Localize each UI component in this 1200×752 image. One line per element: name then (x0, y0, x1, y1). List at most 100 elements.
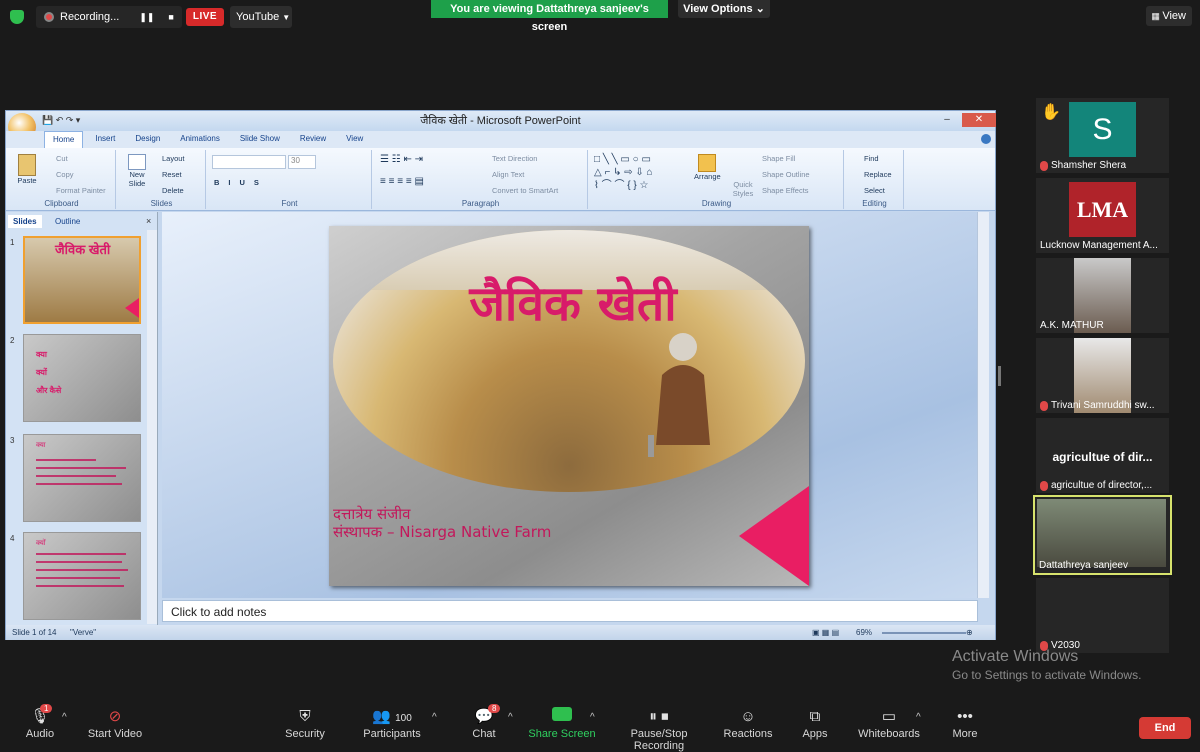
view-buttons[interactable]: ▣ ▦ ▤ (812, 625, 839, 640)
tab-design[interactable]: Design (127, 131, 168, 148)
convert-smartart-button[interactable]: Convert to SmartArt (492, 186, 558, 195)
font-size-field[interactable]: 30 (288, 155, 316, 169)
tab-insert[interactable]: Insert (87, 131, 123, 148)
minimize-button[interactable]: – (936, 113, 958, 127)
participant-tile[interactable]: A.K. MATHUR (1036, 258, 1169, 333)
shape-effects-button[interactable]: Shape Effects (762, 186, 809, 195)
zoom-level[interactable]: 69% (856, 625, 872, 640)
reset-button[interactable]: Reset (162, 170, 182, 179)
chat-chevron[interactable]: ^ (508, 712, 513, 723)
whiteboard-chevron[interactable]: ^ (916, 712, 921, 723)
youtube-dropdown[interactable]: YouTube ▼ (230, 6, 292, 28)
shape-fill-button[interactable]: Shape Fill (762, 154, 795, 163)
participant-tile[interactable]: Trivani Samruddhi sw... (1036, 338, 1169, 413)
tab-outline-panel[interactable]: Outline (50, 215, 85, 228)
view-button[interactable]: ▦ View (1146, 6, 1192, 26)
replace-button[interactable]: Replace (864, 170, 892, 179)
recording-indicator[interactable]: Recording... ❚❚ ■ (36, 6, 182, 28)
find-button[interactable]: Find (864, 154, 879, 163)
participant-tile[interactable]: LMA Lucknow Management A... (1036, 178, 1169, 253)
format-painter-button[interactable]: Format Painter (56, 186, 106, 195)
apps-button[interactable]: ⧉ Apps (775, 706, 855, 740)
thumb-text-line (36, 553, 126, 555)
active-speaker-tile[interactable]: Dattathreya sanjeev (1033, 495, 1172, 575)
apps-label: Apps (802, 728, 828, 740)
current-slide[interactable]: जैविक खेती दत्तात्रेय संजीव संस्थापक – N… (329, 226, 809, 586)
cut-button[interactable]: Cut (56, 154, 68, 163)
powerpoint-window[interactable]: जैविक खेती - Microsoft PowerPoint 💾 ↶ ↷ … (5, 110, 996, 640)
farm-name: Nisarga Native Farm (399, 523, 552, 541)
thumb-number: 2 (10, 336, 15, 345)
notes-field[interactable]: Click to add notes (162, 600, 978, 622)
more-button[interactable]: ••• More (925, 706, 1005, 740)
participant-tile[interactable]: ✋ S Shamsher Shera (1036, 98, 1169, 173)
align-text-button[interactable]: Align Text (492, 170, 524, 179)
copy-button[interactable]: Copy (56, 170, 74, 179)
founder-prefix: संस्थापक – (333, 523, 400, 541)
select-button[interactable]: Select (864, 186, 885, 195)
zoom-slider[interactable] (882, 632, 966, 634)
bullets-icon[interactable]: ☰ ☷ ⇤ ⇥ (380, 154, 423, 165)
slide-thumbnail-1[interactable]: जैविक खेती (23, 236, 141, 324)
tab-review[interactable]: Review (292, 131, 334, 148)
mic-muted-icon (1040, 160, 1048, 171)
tab-home[interactable]: Home (44, 131, 84, 148)
participants-button[interactable]: 👥 100 Participants (352, 706, 432, 740)
start-video-button[interactable]: ⊘ Start Video (75, 706, 155, 740)
slide-thumbnail-2[interactable]: क्या क्यों और कैसे (23, 334, 141, 422)
tab-slide-show[interactable]: Slide Show (232, 131, 288, 148)
avatar: S (1069, 102, 1136, 157)
security-shield-icon[interactable] (10, 10, 24, 24)
delete-button[interactable]: Delete (162, 186, 184, 195)
live-badge[interactable]: LIVE (186, 8, 224, 26)
security-label: Security (285, 728, 325, 740)
shapes-gallery[interactable]: □ ╲ ╲ ▭ ○ ▭ △ ⌐ ↳ ⇨ ⇩ ⌂ ⌇ ⌒ ⌒ { } ☆ (594, 153, 686, 192)
pause-icon[interactable]: ❚❚ (139, 12, 154, 23)
close-panel-icon[interactable]: × (146, 216, 151, 226)
audio-label: Audio (25, 728, 55, 740)
gallery-resize-handle[interactable] (998, 366, 1001, 386)
participant-name: agricultue of director,... (1040, 480, 1168, 491)
thumb-text-line (36, 467, 126, 469)
end-meeting-button[interactable]: End (1139, 717, 1191, 739)
arrange-button[interactable]: Arrange (694, 154, 721, 181)
viewing-banner: You are viewing Dattathreya sanjeev's sc… (431, 0, 668, 33)
pause-stop-recording-button[interactable]: ⏸ ⏹ Pause/Stop Recording (604, 706, 714, 752)
quick-styles-button[interactable]: Quick Styles (730, 180, 756, 198)
participant-tile[interactable]: agricultue of dir... agricultue of direc… (1036, 418, 1169, 493)
tab-slides-panel[interactable]: Slides (8, 215, 42, 228)
shape-outline-button[interactable]: Shape Outline (762, 170, 810, 179)
tab-animations[interactable]: Animations (172, 131, 228, 148)
paste-button[interactable]: Paste (12, 154, 42, 185)
help-icon[interactable] (981, 134, 991, 144)
audio-button[interactable]: 🎙 1 Audio (0, 704, 80, 740)
slide-thumbnail-4[interactable]: क्यों (23, 532, 141, 620)
slide-title: जैविक खेती (469, 276, 677, 332)
panel-scrollbar[interactable] (147, 230, 157, 624)
font-format-buttons[interactable]: BIUS (214, 178, 268, 187)
slide-thumbnail-3[interactable]: क्या (23, 434, 141, 522)
pause-stop-icon: ⏸ ⏹ (649, 708, 669, 725)
thumb-title: जैविक खेती (55, 242, 111, 257)
recording-label: Recording... (60, 11, 120, 23)
font-name-field[interactable] (212, 155, 286, 169)
participants-chevron[interactable]: ^ (432, 712, 437, 723)
share-chevron[interactable]: ^ (590, 712, 595, 723)
close-button[interactable]: ✕ (962, 113, 996, 127)
tab-view[interactable]: View (338, 131, 371, 148)
stop-icon[interactable]: ■ (168, 12, 173, 22)
text-direction-button[interactable]: Text Direction (492, 154, 537, 163)
vertical-scrollbar[interactable] (977, 212, 989, 598)
new-slide-button[interactable]: New Slide (122, 154, 152, 188)
zoom-plus-icon[interactable]: ⊕ (966, 625, 973, 640)
ribbon-tabs: Home Insert Design Animations Slide Show… (6, 131, 995, 148)
layout-button[interactable]: Layout (162, 154, 185, 163)
participant-tile[interactable]: V2030 (1036, 578, 1169, 653)
quick-access-toolbar[interactable]: 💾 ↶ ↷ ▾ (42, 115, 80, 126)
arrange-label: Arrange (694, 172, 721, 181)
security-button[interactable]: ⛨ Security (265, 706, 345, 740)
align-icons[interactable]: ≡ ≡ ≡ ≡ ▤ (380, 176, 424, 187)
thumb-number: 3 (10, 436, 15, 445)
view-options-button[interactable]: View Options ⌄ (678, 0, 770, 18)
audio-options-chevron[interactable]: ^ (62, 712, 67, 723)
